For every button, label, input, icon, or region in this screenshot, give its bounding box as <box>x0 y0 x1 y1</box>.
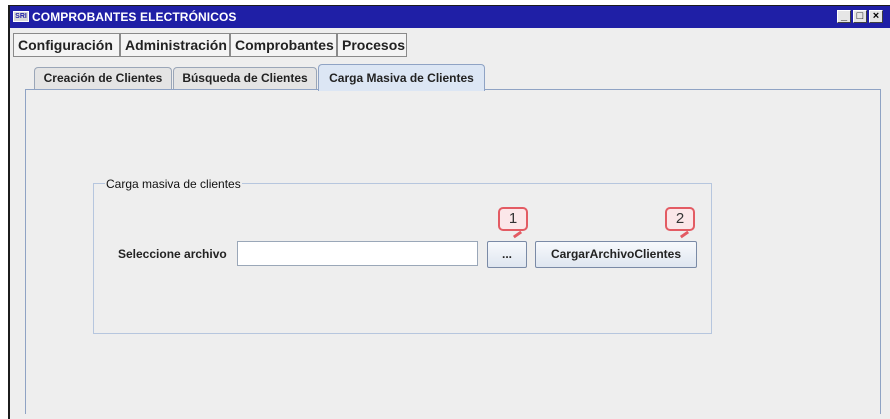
group-legend: Carga masiva de clientes <box>105 176 242 192</box>
callout-2: 2 <box>665 207 695 231</box>
file-path-field[interactable] <box>237 241 478 266</box>
window-title: COMPROBANTES ELECTRÓNICOS <box>32 10 237 24</box>
upload-clients-button[interactable]: CargarArchivoClientes <box>535 241 697 268</box>
tab-creacion-clientes[interactable]: Creación de Clientes <box>34 67 172 90</box>
callout-1: 1 <box>498 207 528 231</box>
browse-button[interactable]: ... <box>487 241 527 268</box>
maximize-icon[interactable]: □ <box>853 10 867 23</box>
menu-bar: Configuración Administración Comprobante… <box>10 28 890 58</box>
tab-busqueda-clientes[interactable]: Búsqueda de Clientes <box>173 67 317 90</box>
minimize-icon[interactable]: _ <box>837 10 851 23</box>
title-bar[interactable]: SRI COMPROBANTES ELECTRÓNICOS _ □ × <box>10 6 890 28</box>
file-label: Seleccione archivo <box>118 247 227 261</box>
menu-comprobantes[interactable]: Comprobantes <box>230 33 337 57</box>
tab-strip: Creación de Clientes Búsqueda de Cliente… <box>8 64 888 91</box>
app-logo-icon: SRI <box>13 11 29 22</box>
tab-carga-masiva-clientes[interactable]: Carga Masiva de Clientes <box>318 64 485 91</box>
menu-administracion[interactable]: Administración <box>120 33 230 57</box>
menu-procesos[interactable]: Procesos <box>337 33 407 57</box>
menu-configuracion[interactable]: Configuración <box>13 33 120 57</box>
close-icon[interactable]: × <box>869 10 883 23</box>
